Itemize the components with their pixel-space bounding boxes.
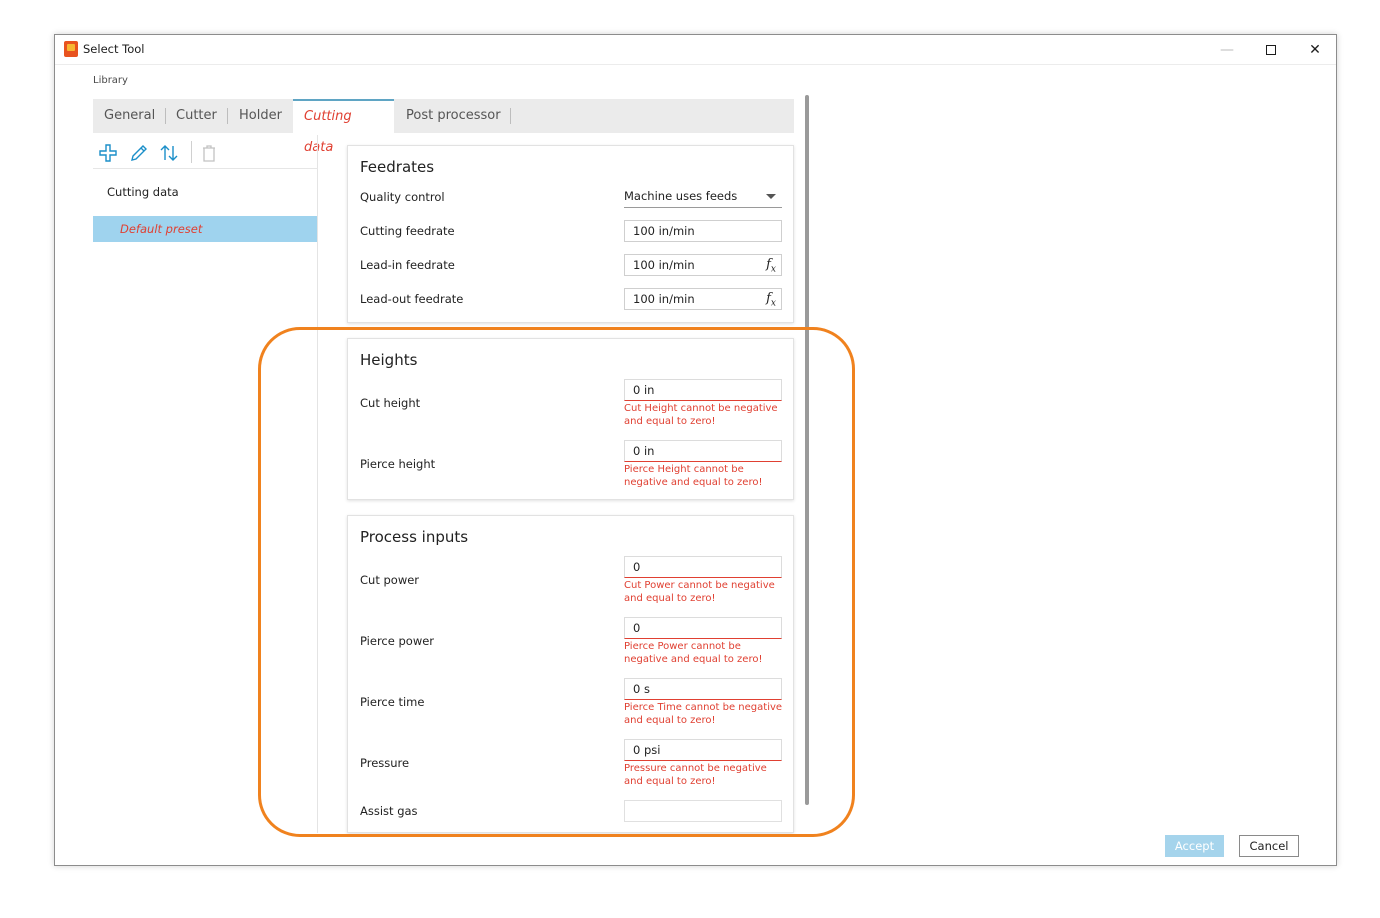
fx-subscript: x	[770, 298, 776, 309]
quality-control-select[interactable]: Machine uses feeds	[624, 186, 782, 208]
maximize-icon	[1266, 45, 1276, 55]
window-title: Select Tool	[83, 42, 145, 56]
edit-preset-button[interactable]	[128, 142, 150, 164]
cutting-feedrate-label: Cutting feedrate	[360, 224, 455, 238]
plus-icon	[99, 144, 117, 162]
trash-icon	[203, 145, 215, 162]
tab-bar: General Cutter Holder Cutting data Post …	[93, 99, 794, 155]
preset-toolbar	[93, 135, 318, 169]
minimize-button[interactable]: —	[1205, 35, 1249, 65]
select-tool-window: Select Tool — ✕ Library General Cutter H…	[54, 34, 1337, 866]
tab-divider	[510, 108, 511, 124]
tab-cutting-data[interactable]: Cutting data	[293, 99, 394, 155]
tab-cutter[interactable]: Cutter	[165, 99, 228, 133]
tree-root-cutting-data[interactable]: Cutting data	[107, 185, 179, 199]
delete-preset-button[interactable]	[198, 142, 220, 164]
fx-subscript: x	[770, 264, 776, 275]
chevron-down-icon	[766, 194, 776, 199]
library-label: Library	[93, 75, 128, 86]
close-button[interactable]: ✕	[1293, 35, 1337, 65]
highlight-outline	[258, 327, 855, 837]
leadout-feedrate-input[interactable]: 100 in/min fx	[624, 288, 782, 310]
leadin-feedrate-label: Lead-in feedrate	[360, 258, 455, 272]
leadin-feedrate-input[interactable]: 100 in/min fx	[624, 254, 782, 276]
leadout-feedrate-value: 100 in/min	[633, 292, 695, 306]
pencil-icon	[131, 145, 147, 161]
accept-button[interactable]: Accept	[1165, 835, 1224, 857]
cutting-feedrate-input[interactable]: 100 in/min	[624, 220, 782, 242]
sort-preset-button[interactable]	[158, 142, 180, 164]
formula-icon[interactable]: fx	[766, 289, 776, 314]
tree-item-label: Default preset	[120, 222, 203, 236]
maximize-button[interactable]	[1249, 35, 1293, 65]
tab-holder[interactable]: Holder	[228, 99, 293, 133]
tab-general[interactable]: General	[93, 99, 166, 133]
leadout-feedrate-label: Lead-out feedrate	[360, 292, 464, 306]
tree-item-default-preset[interactable]: Default preset	[93, 216, 317, 242]
feedrates-section: Feedrates Quality control Machine uses f…	[347, 145, 794, 323]
title-bar: Select Tool — ✕	[55, 35, 1336, 65]
tab-post-processor[interactable]: Post processor	[395, 99, 512, 133]
sort-icon	[160, 145, 178, 161]
formula-icon[interactable]: fx	[766, 255, 776, 280]
quality-control-label: Quality control	[360, 190, 445, 204]
add-preset-button[interactable]	[97, 142, 119, 164]
section-title: Feedrates	[360, 158, 435, 176]
app-logo-icon	[64, 41, 78, 57]
cancel-button[interactable]: Cancel	[1239, 835, 1299, 857]
toolbar-divider	[191, 141, 192, 163]
quality-control-value: Machine uses feeds	[624, 189, 738, 203]
leadin-feedrate-value: 100 in/min	[633, 258, 695, 272]
